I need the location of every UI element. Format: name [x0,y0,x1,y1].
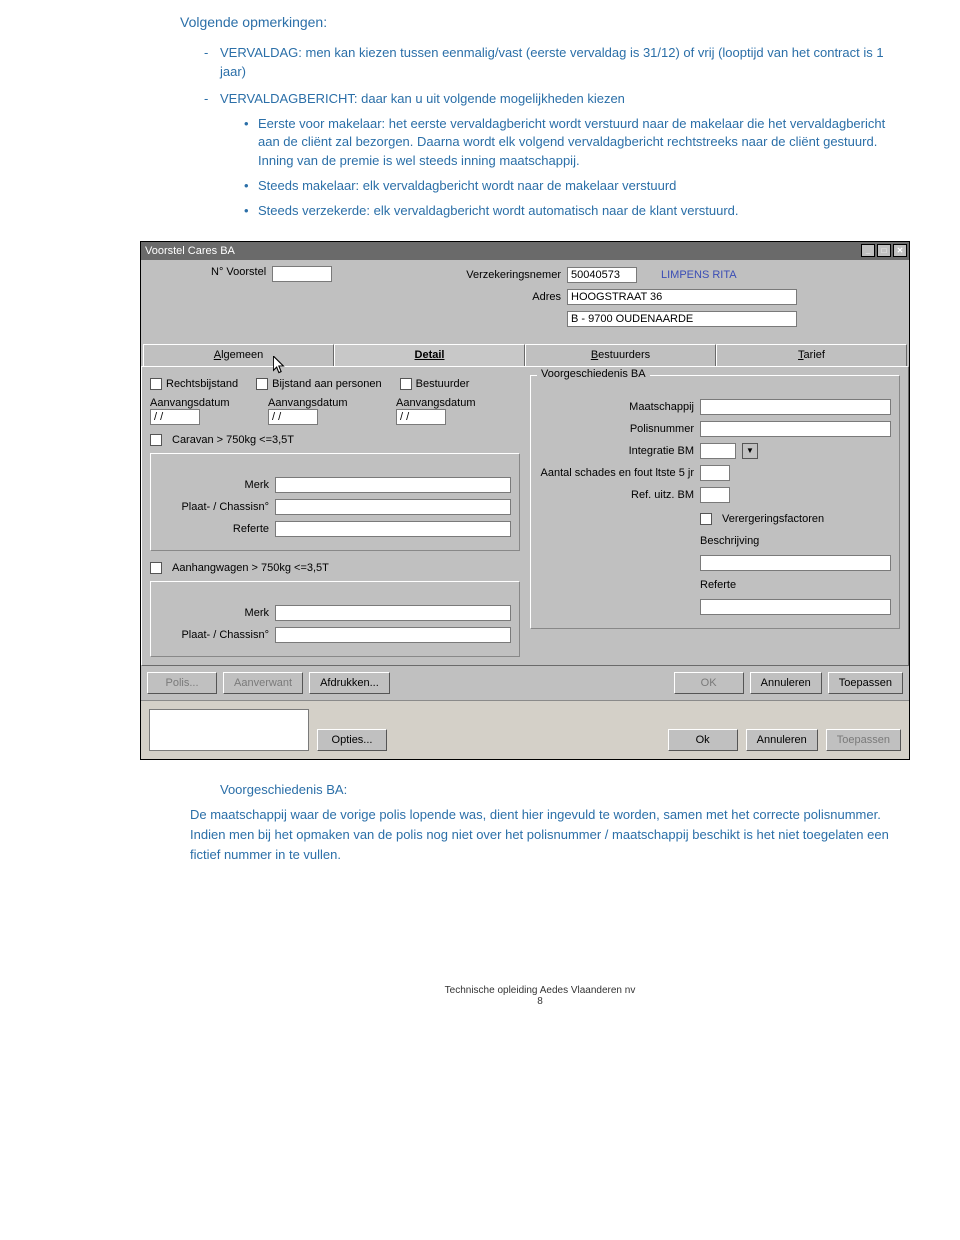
aanvangsdatum-label-3: Aanvangsdatum [396,397,496,409]
bestuurder-label: Bestuurder [416,378,470,390]
bullet-steeds-makelaar: Steeds makelaar: elk vervaldagbericht wo… [244,177,900,196]
annuleren2-button[interactable]: Annuleren [746,729,818,751]
ref-uitz-label: Ref. uitz. BM [539,489,694,501]
footer-page-number: 8 [180,996,900,1007]
ref-uitz-input[interactable] [700,487,730,503]
aanvangsdatum-label-1: Aanvangsdatum [150,397,250,409]
verergerings-checkbox[interactable] [700,513,712,525]
chevron-down-icon[interactable]: ▼ [742,443,758,459]
aantal-schades-input[interactable] [700,465,730,481]
bullet-steeds-verzekerde: Steeds verzekerde: elk vervaldagbericht … [244,202,900,221]
integratie-label: Integratie BM [539,445,694,457]
minimize-icon[interactable]: _ [861,244,875,257]
aanhangwagen-label: Aanhangwagen > 750kg <=3,5T [172,562,329,574]
polisnummer-label: Polisnummer [539,423,694,435]
plaat-input-1[interactable] [275,499,511,515]
bullet-eerste: Eerste voor makelaar: het eerste vervald… [244,115,900,172]
referte2-label: Referte [700,579,736,591]
toepassen2-button[interactable]: Toepassen [826,729,901,751]
aanvangsdatum-input-1[interactable]: / / [150,409,200,425]
titlebar: Voorstel Cares BA _ □ ✕ [141,242,909,260]
rechtsbijstand-label: Rechtsbijstand [166,378,238,390]
polisnummer-input[interactable] [700,421,891,437]
integratie-input[interactable] [700,443,736,459]
merk-label-1: Merk [159,479,269,491]
referte2-input[interactable] [700,599,891,615]
sub-bullets: Eerste voor makelaar: het eerste vervald… [220,115,900,221]
tab-tarief[interactable]: Tarief [716,344,907,366]
remark-vervaldag: VERVALDAG: men kan kiezen tussen eenmali… [204,44,900,82]
polis-button[interactable]: Polis... [147,672,217,694]
section-heading: Volgende opmerkingen: [180,14,900,30]
window-title: Voorstel Cares BA [145,245,235,257]
rechtsbijstand-checkbox[interactable] [150,378,162,390]
close-icon[interactable]: ✕ [893,244,907,257]
afdrukken-button[interactable]: Afdrukken... [309,672,390,694]
maximize-icon[interactable]: □ [877,244,891,257]
verzekeringsnemer-input[interactable]: 50040573 [567,267,637,283]
aanverwant-button[interactable]: Aanverwant [223,672,303,694]
annuleren-button[interactable]: Annuleren [750,672,822,694]
plaat-label-1: Plaat- / Chassisn° [159,501,269,513]
beschrijving-input[interactable] [700,555,891,571]
bijstand-label: Bijstand aan personen [272,378,381,390]
maatschappij-label: Maatschappij [539,401,694,413]
remarks-list: VERVALDAG: men kan kiezen tussen eenmali… [180,44,900,221]
bijstand-checkbox[interactable] [256,378,268,390]
cursor-icon [273,356,287,379]
adres-label: Adres [451,291,561,303]
nr-voorstel-input[interactable] [272,266,332,282]
referte-input-1[interactable] [275,521,511,537]
aanhangwagen-checkbox[interactable] [150,562,162,574]
ok-button[interactable]: OK [674,672,744,694]
plaat-label-2: Plaat- / Chassisn° [159,629,269,641]
merk-input-2[interactable] [275,605,511,621]
verergerings-label: Verergeringsfactoren [722,513,824,525]
ok2-button[interactable]: Ok [668,729,738,751]
caravan-checkbox[interactable] [150,434,162,446]
caravan-label: Caravan > 750kg <=3,5T [172,434,294,446]
aanvangsdatum-input-3[interactable]: / / [396,409,446,425]
footer-line1: Technische opleiding Aedes Vlaanderen nv [180,985,900,996]
merk-input-1[interactable] [275,477,511,493]
voorgeschiedenis-title: Voorgeschiedenis BA [537,368,650,380]
merk-label-2: Merk [159,607,269,619]
app-window: Voorstel Cares BA _ □ ✕ N° Voorstel Verz… [140,241,910,760]
maatschappij-input[interactable] [700,399,891,415]
opties-button[interactable]: Opties... [317,729,387,751]
adres-line1[interactable]: HOOGSTRAAT 36 [567,289,797,305]
tab-detail[interactable]: Detail [334,344,525,366]
verzekeringsnemer-label: Verzekeringsnemer [451,269,561,281]
body-paragraph: De maatschappij waar de vorige polis lop… [190,805,900,865]
tab-bestuurders[interactable]: Bestuurders [525,344,716,366]
adres-line2[interactable]: B - 9700 OUDENAARDE [567,311,797,327]
plaat-input-2[interactable] [275,627,511,643]
aanvangsdatum-input-2[interactable]: / / [268,409,318,425]
toepassen-button[interactable]: Toepassen [828,672,903,694]
verzekeringsnemer-name[interactable]: LIMPENS RITA [661,269,737,281]
tab-algemeen[interactable]: Algemeen [143,344,334,366]
beschrijving-label: Beschrijving [700,535,759,547]
voorgeschiedenis-heading: Voorgeschiedenis BA: [220,782,900,797]
notes-textarea[interactable] [149,709,309,751]
aantal-schades-label: Aantal schades en fout ltste 5 jr [539,467,694,479]
nr-voorstel-label: N° Voorstel [211,266,266,278]
bestuurder-checkbox[interactable] [400,378,412,390]
remark-vervaldagbericht: VERVALDAGBERICHT: daar kan u uit volgend… [204,90,900,221]
aanvangsdatum-label-2: Aanvangsdatum [268,397,378,409]
referte-label-1: Referte [159,523,269,535]
